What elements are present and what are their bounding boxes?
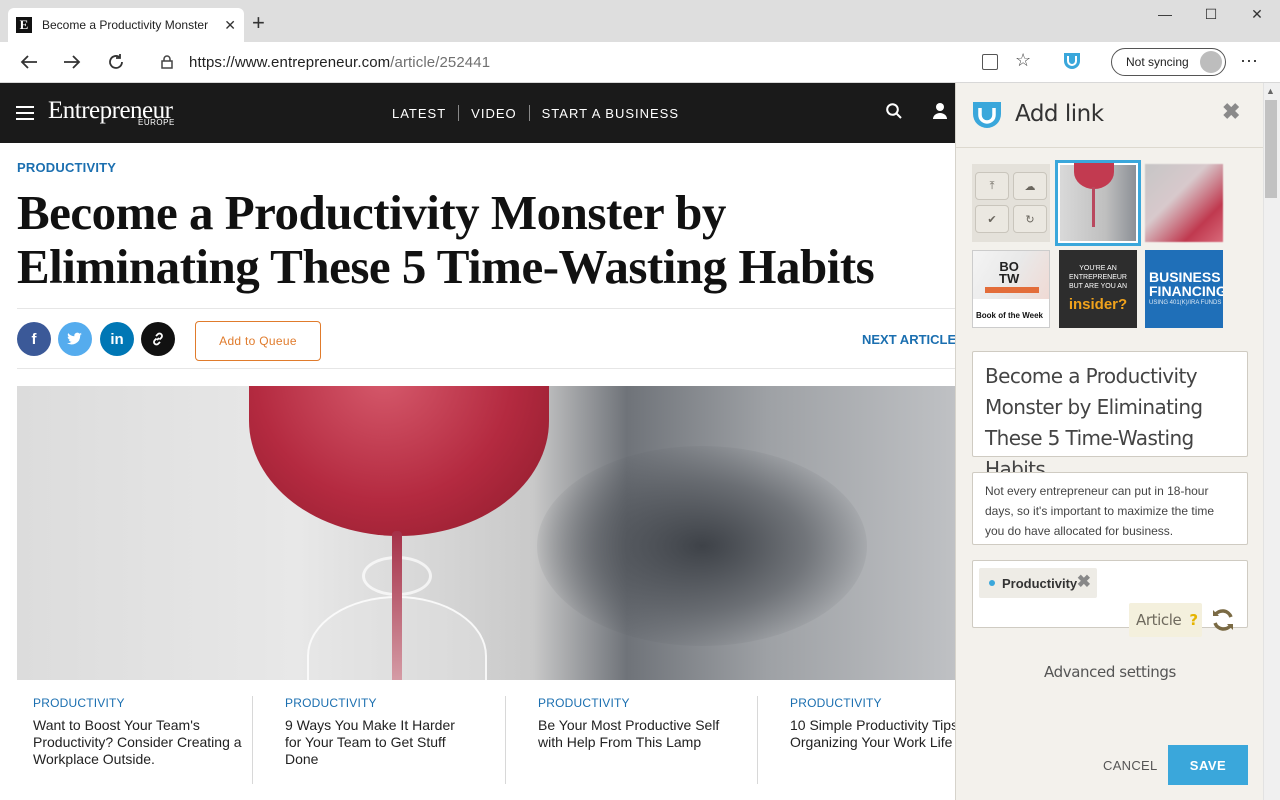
fin-thumb-title: BUSINESS FINANCING [1149, 269, 1223, 299]
ent-thumb-text: YOU'RE AN ENTREPRENEUR BUT ARE YOU AN [1068, 265, 1128, 290]
site-favicon-icon: E [16, 17, 32, 33]
hero-image [17, 386, 955, 680]
nav-start-a-business[interactable]: START A BUSINESS [530, 106, 691, 121]
divider [17, 308, 955, 309]
botw-title: BO TW [999, 259, 1020, 286]
list-item[interactable]: PRODUCTIVITY 9 Ways You Make It Harder f… [285, 696, 520, 768]
link-title-field[interactable]: Become a Productivity Monster by Elimina… [972, 351, 1248, 481]
thumbnail-selected[interactable] [1055, 160, 1141, 246]
fin-thumb-small: USING 401(K)/IRA FUNDS [1149, 300, 1222, 306]
tags-field[interactable]: Productivity ✖ [972, 560, 1248, 628]
user-icon[interactable] [932, 102, 948, 120]
advanced-settings-link[interactable]: Advanced settings [956, 663, 1264, 681]
logo-edition: EUROPE [138, 118, 175, 127]
new-tab-icon[interactable]: + [252, 12, 265, 34]
sync-button[interactable]: Not syncing [1111, 48, 1226, 76]
list-item[interactable]: PRODUCTIVITY 10 Simple Productivity Tips… [790, 696, 955, 751]
check-icon[interactable]: ✔ [975, 205, 1009, 233]
related-title[interactable]: Want to Boost Your Team's Productivity? … [33, 717, 268, 768]
refresh-icon[interactable] [103, 50, 129, 74]
thumbnail-actions: ⤒ ☁ ✔ ↻ [972, 164, 1050, 242]
content-type-label: Article [1136, 611, 1182, 629]
ent-thumb-big: insider? [1068, 296, 1128, 313]
url-path: /article/252441 [390, 53, 491, 71]
thumbnail-option[interactable]: BO TW Book of the Week [972, 250, 1050, 328]
add-to-queue-button[interactable]: Add to Queue [195, 321, 321, 361]
save-button[interactable]: SAVE [1168, 745, 1248, 785]
tag-chip: Productivity ✖ [979, 568, 1097, 598]
upload-icon[interactable]: ⤒ [975, 172, 1009, 200]
copy-link-icon[interactable] [141, 322, 175, 356]
facebook-share-icon[interactable]: f [17, 322, 51, 356]
link-description-field[interactable]: Not every entrepreneur can put in 18-hou… [972, 472, 1248, 545]
linkedin-share-icon[interactable]: in [100, 322, 134, 356]
maximize-icon[interactable]: ☐ [1188, 4, 1234, 24]
nav-video[interactable]: VIDEO [459, 106, 528, 121]
add-link-panel: Add link ✖ ⤒ ☁ ✔ ↻ BO TW Book of the Wee… [955, 83, 1264, 800]
url-field[interactable]: https://www.entrepreneur.com/article/252… [144, 47, 1046, 77]
article-category[interactable]: PRODUCTIVITY [17, 160, 116, 175]
back-icon[interactable] [16, 50, 42, 74]
sync-label: Not syncing [1126, 55, 1189, 69]
cancel-button[interactable]: CANCEL [1103, 758, 1158, 773]
divider [17, 368, 955, 369]
minimize-icon[interactable]: — [1142, 4, 1188, 24]
facebook-glyph: f [31, 330, 37, 348]
remove-tag-icon[interactable]: ✖ [1077, 572, 1091, 592]
avatar [1200, 51, 1222, 73]
window-close-icon[interactable]: ✕ [1234, 4, 1280, 24]
thumbnail-option[interactable]: BUSINESS FINANCING USING 401(K)/IRA FUND… [1145, 250, 1223, 328]
linkedin-glyph: in [110, 330, 124, 348]
tag-dot-icon [989, 580, 995, 586]
more-icon[interactable]: ⋯ [1240, 51, 1259, 72]
twitter-share-icon[interactable] [58, 322, 92, 356]
rotate-icon[interactable]: ↻ [1013, 205, 1047, 233]
extension-icon[interactable] [1062, 50, 1082, 70]
scroll-up-icon[interactable]: ▲ [1266, 86, 1275, 96]
search-icon[interactable] [886, 103, 902, 119]
menu-icon[interactable] [16, 106, 34, 120]
related-category[interactable]: PRODUCTIVITY [790, 696, 955, 710]
related-title[interactable]: Be Your Most Productive Self with Help F… [538, 717, 733, 751]
url-text: https://www.entrepreneur.com/article/252… [189, 54, 490, 71]
tab-title: Become a Productivity Monster by Elimina… [42, 18, 212, 32]
related-title[interactable]: 10 Simple Productivity Tips for Organizi… [790, 717, 955, 751]
main-nav: LATEST VIDEO START A BUSINESS [380, 105, 691, 121]
tag-label: Productivity [1002, 575, 1078, 591]
content-type-button[interactable]: Article ? [1129, 603, 1202, 637]
pocket-logo-icon [971, 100, 1003, 130]
botw-caption: Book of the Week [976, 311, 1043, 320]
nav-latest[interactable]: LATEST [380, 106, 458, 121]
list-item[interactable]: PRODUCTIVITY Be Your Most Productive Sel… [538, 696, 773, 751]
browser-tab[interactable]: E Become a Productivity Monster by Elimi… [8, 8, 244, 42]
related-category[interactable]: PRODUCTIVITY [538, 696, 773, 710]
close-panel-icon[interactable]: ✖ [1222, 99, 1240, 125]
list-item[interactable]: PRODUCTIVITY Want to Boost Your Team's P… [33, 696, 268, 768]
related-title[interactable]: 9 Ways You Make It Harder for Your Team … [285, 717, 465, 768]
next-article-link[interactable]: NEXT ARTICLE [862, 332, 956, 347]
close-tab-icon[interactable]: ✕ [224, 17, 236, 34]
refresh-type-icon[interactable] [1209, 606, 1237, 634]
help-icon[interactable]: ? [1189, 611, 1198, 629]
site-header: Entrepreneur LATEST VIDEO START A BUSINE… [0, 83, 955, 143]
thumbnail-option[interactable] [1145, 164, 1223, 242]
scrollbar-thumb[interactable] [1265, 100, 1277, 198]
related-category[interactable]: PRODUCTIVITY [33, 696, 268, 710]
tab-strip: E Become a Productivity Monster by Elimi… [0, 0, 1280, 42]
lock-icon[interactable] [161, 55, 173, 69]
related-category[interactable]: PRODUCTIVITY [285, 696, 520, 710]
reader-view-icon[interactable] [982, 54, 998, 70]
article-headline: Become a Productivity Monster by Elimina… [17, 185, 875, 294]
cloud-icon[interactable]: ☁ [1013, 172, 1047, 200]
favorite-star-icon[interactable]: ☆ [1015, 50, 1031, 71]
address-bar: https://www.entrepreneur.com/article/252… [0, 42, 1280, 83]
related-articles: PRODUCTIVITY Want to Boost Your Team's P… [0, 680, 955, 800]
forward-icon[interactable] [59, 50, 85, 74]
panel-title: Add link [1015, 101, 1104, 127]
thumbnail-option[interactable]: YOU'RE AN ENTREPRENEUR BUT ARE YOU AN in… [1059, 250, 1137, 328]
url-host: https://www.entrepreneur.com [189, 53, 391, 71]
